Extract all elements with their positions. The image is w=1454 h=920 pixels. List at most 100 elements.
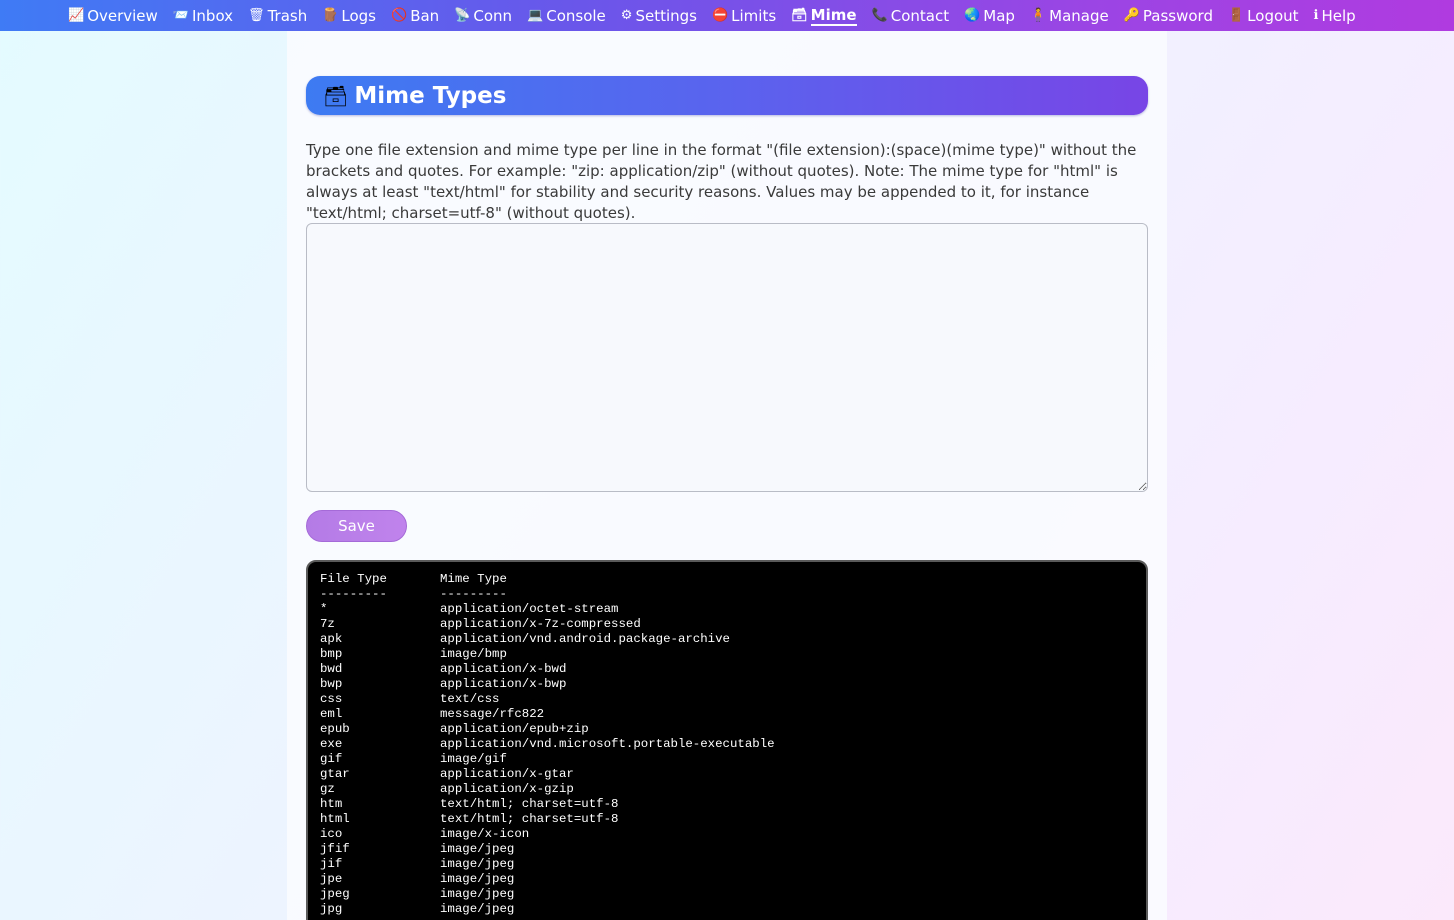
nav-label: Logout [1247,6,1299,25]
nav-console[interactable]: 💻 Console [527,0,606,31]
separator: --------- [440,587,507,601]
nav-settings[interactable]: ⚙ Settings [621,0,697,31]
separator: --------- [320,587,387,601]
nav-label: Ban [410,6,440,25]
contact-icon: 📞 [871,8,888,23]
nav-label: Trash [267,6,308,25]
mime-type-cell: application/octet-stream [440,602,619,616]
mime-type-cell: application/vnd.microsoft.portable-execu… [440,737,775,751]
mime-types-input[interactable] [306,223,1148,492]
file-extension-cell: * [320,602,328,616]
nav-label: Settings [635,6,697,25]
mime-type-cell: application/x-bwd [440,662,567,676]
logout-icon: 🚪 [1227,8,1245,23]
main-content: 🗃 Mime Types Type one file extension and… [287,31,1167,920]
save-button[interactable]: Save [306,510,407,542]
file-extension-cell: eml [320,707,343,721]
nav-label: Inbox [192,6,234,25]
table-row: htm text/html; charset=utf-8 [320,797,1134,812]
nav-mime[interactable]: 🗃 Mime [791,0,857,31]
file-extension-cell: gz [320,782,335,796]
nav-inbox[interactable]: 📨 Inbox [173,0,233,31]
nav-label: Manage [1049,6,1109,25]
column-header-mime-type: Mime Type [440,572,507,586]
file-extension-cell: jpe [320,872,343,886]
nav-label: Help [1321,6,1356,25]
nav-manage[interactable]: 🧍 Manage [1030,0,1109,31]
mime-type-cell: image/jpeg [440,902,515,916]
mime-type-cell: application/x-gzip [440,782,574,796]
table-row: jpe image/jpeg [320,872,1134,887]
mime-type-cell: image/bmp [440,647,507,661]
table-row: gz application/x-gzip [320,782,1134,797]
mime-type-cell: application/x-gtar [440,767,574,781]
mime-type-cell: message/rfc822 [440,707,545,721]
mime-type-cell: image/jpeg [440,872,515,886]
file-extension-cell: jfif [320,842,350,856]
mime-type-cell: application/epub+zip [440,722,589,736]
help-icon: ℹ [1313,8,1319,23]
nav-logs[interactable]: 🪵 Logs [322,0,376,31]
logs-icon: 🪵 [322,8,339,23]
nav-help[interactable]: ℹ Help [1314,0,1356,31]
file-extension-cell: css [320,692,343,706]
nav-logout[interactable]: 🚪 Logout [1228,0,1299,31]
file-extension-cell: jpeg [320,887,350,901]
mime-type-cell: application/x-bwp [440,677,567,691]
mime-type-cell: text/html; charset=utf-8 [440,812,619,826]
table-row: jpeg image/jpeg [320,887,1134,902]
file-extension-cell: jif [320,857,343,871]
nav-ban[interactable]: 🚫 Ban [391,0,439,31]
table-row: bwp application/x-bwp [320,677,1134,692]
mime-type-cell: image/jpeg [440,857,515,871]
nav-overview[interactable]: 📈 Overview [68,0,158,31]
file-extension-cell: html [320,812,350,826]
file-extension-cell: exe [320,737,343,751]
password-icon: 🔑 [1123,8,1140,23]
table-row: 7z application/x-7z-compressed [320,617,1134,632]
nav-label: Password [1142,6,1213,25]
mime-type-cell: application/x-7z-compressed [440,617,641,631]
nav-label: Console [546,6,606,25]
nav-label: Overview [87,6,158,25]
file-cabinet-icon: 🗃 [323,83,349,108]
nav-label: Contact [890,6,950,25]
mime-type-cell: image/x-icon [440,827,530,841]
nav-trash[interactable]: 🗑 Trash [248,0,307,31]
nav-map[interactable]: 🌏 Map [964,0,1015,31]
file-extension-cell: bmp [320,647,343,661]
table-row: gif image/gif [320,752,1134,767]
table-row: * application/octet-stream [320,602,1134,617]
nav-limits[interactable]: ⛔ Limits [712,0,776,31]
manage-icon: 🧍 [1029,8,1047,23]
mime-icon: 🗃 [791,8,808,23]
file-extension-cell: gtar [320,767,350,781]
table-row: html text/html; charset=utf-8 [320,812,1134,827]
file-extension-cell: epub [320,722,350,736]
table-row: epub application/epub+zip [320,722,1134,737]
file-extension-cell: bwp [320,677,343,691]
table-row: exe application/vnd.microsoft.portable-ex… [320,737,1134,752]
instructions-text: Type one file extension and mime type pe… [306,141,1137,222]
nav-contact[interactable]: 📞 Contact [872,0,950,31]
file-extension-cell: ico [320,827,343,841]
trash-icon: 🗑 [248,8,265,23]
table-row: bwd application/x-bwd [320,662,1134,677]
page-title: Mime Types [354,82,507,109]
nav-password[interactable]: 🔑 Password [1124,0,1213,31]
mime-type-cell: text/html; charset=utf-8 [440,797,619,811]
nav-conn[interactable]: 📡 Conn [454,0,512,31]
mime-types-table: File Type Mime Type --------- --------- … [306,560,1148,920]
nav-label: Mime [810,5,857,26]
ban-icon: 🚫 [391,8,408,23]
file-extension-cell: apk [320,632,343,646]
file-extension-cell: 7z [320,617,335,631]
map-icon: 🌏 [964,8,981,23]
file-extension-cell: bwd [320,662,343,676]
overview-icon: 📈 [68,8,85,23]
settings-icon: ⚙ [620,8,633,23]
top-navigation: 📈 Overview 📨 Inbox 🗑 Trash 🪵 Logs 🚫 Ban 📡 Conn 💻 Cons… [0,0,1454,31]
page-header: 🗃 Mime Types [306,76,1148,115]
mime-type-cell: application/vnd.android.package-archive [440,632,730,646]
table-row: css text/css [320,692,1134,707]
